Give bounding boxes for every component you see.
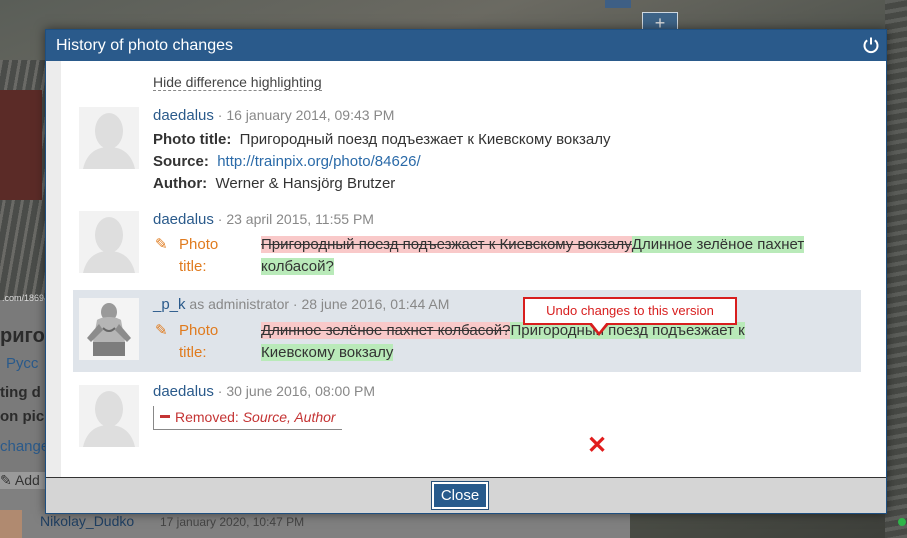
field-label: Author: xyxy=(153,175,208,192)
tooltip-arrow-inner xyxy=(591,322,607,332)
field-value: Пригородный поезд подъезжает к Киевскому… xyxy=(239,131,611,148)
power-icon[interactable] xyxy=(862,36,880,54)
history-dialog: History of photo changes Hide difference… xyxy=(45,29,887,514)
entry-role: as administrator xyxy=(189,296,290,312)
entry-date: · 23 april 2015, 11:55 PM xyxy=(217,211,374,227)
changes-link[interactable]: change xyxy=(0,438,49,455)
background-tab xyxy=(605,0,631,8)
entry-date: · 16 january 2014, 09:43 PM xyxy=(217,107,395,123)
dialog-header: History of photo changes xyxy=(46,30,886,61)
history-entry: daedalus · 16 january 2014, 09:43 PM Pho… xyxy=(73,101,861,197)
region-link[interactable]: Русс xyxy=(6,355,38,372)
background-line-1: ting d xyxy=(0,384,41,401)
user-link[interactable]: daedalus xyxy=(153,383,214,400)
history-entry-highlighted[interactable]: _p_k as administrator · 28 june 2016, 01… xyxy=(73,290,861,372)
field-label: Source: xyxy=(153,153,209,170)
entry-meta: daedalus · 23 april 2015, 11:55 PM xyxy=(153,211,374,228)
undo-tooltip: Undo changes to this version xyxy=(523,297,737,325)
diff-text: Длинное зелёное пахнет колбасой?Пригород… xyxy=(261,320,821,364)
avatar-placeholder xyxy=(79,107,139,169)
background-right-edge xyxy=(885,0,907,538)
entry-meta: _p_k as administrator · 28 june 2016, 01… xyxy=(153,296,449,313)
comment-date: 17 january 2020, 10:47 PM xyxy=(160,515,305,529)
entry-date: · 28 june 2016, 01:44 AM xyxy=(292,296,450,312)
minus-icon xyxy=(160,415,170,419)
comment-author[interactable]: Nikolay_Dudko xyxy=(40,513,134,529)
commenter-avatar xyxy=(0,510,22,538)
field-row: Source: http://trainpix.org/photo/84626/ xyxy=(153,153,421,170)
removed-fields-note: Removed: Source, Author xyxy=(153,406,342,430)
diff-text: Пригородный поезд подъезжает к Киевскому… xyxy=(261,234,861,278)
pencil-icon: ✎ xyxy=(155,236,168,253)
user-avatar xyxy=(79,298,139,360)
field-label-line: Photo xyxy=(179,236,219,253)
field-label-line: Photo xyxy=(179,322,219,339)
field-label: Photo title: xyxy=(153,131,232,148)
deleted-text: Пригородный поезд подъезжает к Киевскому… xyxy=(261,236,632,253)
field-label: Photo title: xyxy=(179,234,218,278)
close-button[interactable]: Close xyxy=(431,481,489,510)
status-dot xyxy=(898,518,906,526)
field-row: Author: Werner & Hansjörg Brutzer xyxy=(153,175,395,192)
history-entry: daedalus · 30 june 2016, 08:00 PM Remove… xyxy=(73,377,861,457)
removed-label: Removed: xyxy=(175,409,239,425)
user-link[interactable]: daedalus xyxy=(153,211,214,228)
field-value: Werner & Hansjörg Brutzer xyxy=(215,175,396,192)
added-text: Киевскому вокзалу xyxy=(261,344,394,361)
field-label-line: title: xyxy=(179,258,207,275)
history-entry: daedalus · 23 april 2015, 11:55 PM ✎ Pho… xyxy=(73,205,861,279)
source-link[interactable]: http://trainpix.org/photo/84626/ xyxy=(217,153,420,170)
user-link[interactable]: _p_k xyxy=(153,296,186,313)
background-line-2: on pic xyxy=(0,408,45,425)
undo-icon[interactable]: ✕ xyxy=(587,431,607,460)
dialog-title: History of photo changes xyxy=(56,37,233,54)
add-button[interactable]: ✎ Add xyxy=(0,472,46,489)
added-text: колбасой? xyxy=(261,258,334,275)
hide-diff-link[interactable]: Hide difference highlighting xyxy=(153,74,322,91)
background-train xyxy=(0,90,42,200)
entry-meta: daedalus · 16 january 2014, 09:43 PM xyxy=(153,107,394,124)
entry-meta: daedalus · 30 june 2016, 08:00 PM xyxy=(153,383,375,400)
avatar-placeholder xyxy=(79,211,139,273)
avatar-placeholder xyxy=(79,385,139,447)
user-link[interactable]: daedalus xyxy=(153,107,214,124)
entry-date: · 30 june 2016, 08:00 PM xyxy=(217,383,376,399)
dialog-body: Hide difference highlighting daedalus · … xyxy=(61,61,886,479)
removed-fields: Source, Author xyxy=(242,409,336,425)
pencil-icon: ✎ xyxy=(155,322,168,339)
add-button-label: Add xyxy=(14,472,40,488)
dialog-footer: Close xyxy=(46,477,886,513)
field-row: Photo title: Пригородный поезд подъезжае… xyxy=(153,131,610,148)
deleted-text: Длинное зелёное пахнет колбасой? xyxy=(261,322,511,339)
field-label-line: title: xyxy=(179,344,207,361)
added-text: Длинное зелёное пахнет xyxy=(631,236,805,253)
field-label: Photo title: xyxy=(179,320,218,364)
